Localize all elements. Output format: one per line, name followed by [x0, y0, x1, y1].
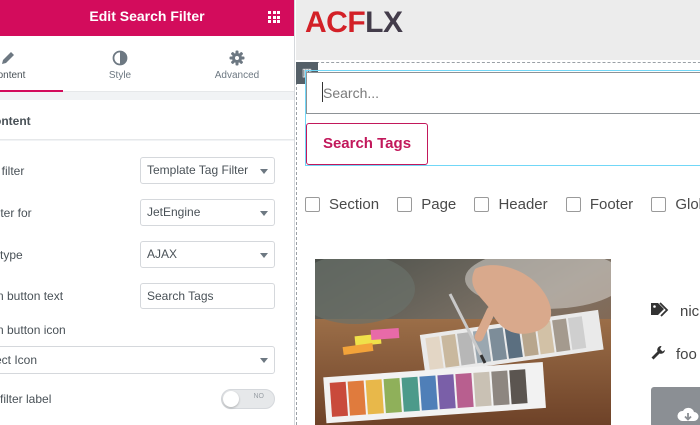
grid-icon[interactable] — [268, 11, 280, 23]
button-text-label: n button text — [0, 289, 64, 303]
pencil-icon — [2, 52, 14, 64]
tag-text[interactable]: nic — [680, 303, 699, 320]
site-header: ACFLX — [296, 0, 700, 60]
search-input[interactable]: Search... — [306, 72, 700, 114]
tab-content-label: ontent — [0, 70, 26, 81]
checkbox-box[interactable] — [397, 197, 413, 212]
apply-type-select-value: AJAX — [147, 247, 178, 261]
wrench-icon — [651, 346, 665, 360]
preview-canvas: ACFLX ▥ Search... Search Tags Section Pa… — [296, 0, 700, 425]
checkbox-global[interactable]: Globa — [651, 196, 700, 213]
checkbox-box[interactable] — [474, 197, 490, 212]
logo-part2: LX — [365, 6, 403, 39]
filter-for-select-value: JetEngine — [147, 205, 201, 219]
show-filter-label-toggle[interactable]: NO — [221, 389, 275, 409]
section-header-content[interactable]: ontent — [0, 100, 294, 140]
panel-header: Edit Search Filter — [0, 0, 294, 36]
apply-type-select[interactable]: AJAX — [140, 241, 275, 268]
checkbox-label: Header — [498, 196, 548, 213]
panel-tabs: ontent Style Advanced — [0, 36, 294, 92]
checkbox-header[interactable]: Header — [474, 196, 548, 213]
button-icon-label: n button icon — [0, 323, 66, 337]
post-tools: foo — [650, 345, 697, 363]
tab-advanced[interactable]: Advanced — [187, 36, 287, 92]
tab-style-label: Style — [108, 70, 132, 81]
tab-content[interactable]: ontent — [0, 36, 63, 92]
section-title: ontent — [0, 114, 31, 128]
toggle-state: NO — [253, 393, 265, 400]
editor-panel: Edit Search Filter ontent Style Advanced… — [0, 0, 295, 425]
caret-down-icon — [260, 169, 268, 174]
caret-down-icon — [260, 211, 268, 216]
tab-style[interactable]: Style — [70, 36, 170, 92]
download-button[interactable] — [651, 387, 700, 425]
checkbox-label: Section — [329, 196, 380, 213]
search-tags-button[interactable]: Search Tags — [306, 123, 428, 165]
panel-title: Edit Search Filter — [89, 8, 205, 24]
filter-select[interactable]: Template Tag Filter — [140, 157, 275, 184]
design-desk-photo — [315, 259, 611, 425]
checkbox-box[interactable] — [565, 197, 581, 212]
contrast-icon — [112, 50, 128, 66]
site-logo[interactable]: ACFLX — [305, 6, 403, 40]
checkbox-label: Page — [421, 196, 457, 213]
caret-down-icon — [260, 253, 268, 258]
logo-part1: ACF — [305, 6, 366, 39]
checkbox-box[interactable] — [305, 197, 320, 212]
checkbox-section[interactable]: Section — [305, 196, 379, 213]
tab-advanced-label: Advanced — [214, 70, 260, 81]
filter-for-select[interactable]: JetEngine — [140, 199, 275, 226]
button-icon-select-value: ect Icon — [0, 353, 38, 367]
tool-text[interactable]: foo — [676, 346, 697, 363]
post-tags: nic — [650, 302, 699, 320]
caret-down-icon — [260, 358, 268, 363]
button-icon-select[interactable]: ect Icon — [0, 346, 275, 374]
checkbox-box[interactable] — [651, 197, 667, 212]
tag-icon — [651, 302, 669, 317]
gear-icon — [229, 50, 245, 66]
filter-for-label: ilter for — [0, 206, 32, 220]
toggle-knob — [223, 391, 239, 407]
apply-type-label: type — [0, 248, 23, 262]
checkbox-label: Footer — [589, 196, 634, 213]
checkbox-label: Globa — [675, 196, 700, 213]
text-cursor — [322, 82, 323, 102]
checkbox-page[interactable]: Page — [397, 196, 456, 213]
template-type-checkboxes: Section Page Header Footer Globa — [305, 196, 700, 216]
template-thumbnail-image[interactable] — [315, 259, 611, 425]
show-filter-label-label: filter label — [0, 392, 52, 406]
filter-select-value: Template Tag Filter — [147, 163, 249, 177]
download-icon — [677, 407, 699, 421]
controls-list: t filter Template Tag Filter ilter for J… — [0, 141, 294, 425]
checkbox-footer[interactable]: Footer — [565, 196, 634, 213]
filter-label: t filter — [0, 164, 25, 178]
button-text-input[interactable]: Search Tags — [140, 283, 275, 309]
